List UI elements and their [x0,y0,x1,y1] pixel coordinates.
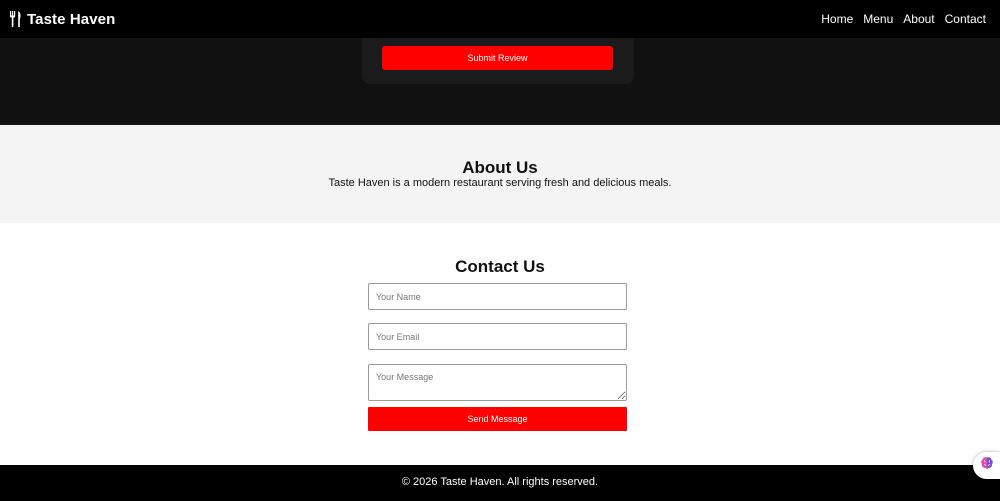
nav-link-contact[interactable]: Contact [945,12,986,26]
nav-link-about[interactable]: About [903,12,934,26]
nav-link-menu[interactable]: Menu [863,12,893,26]
contact-section: Contact Us Send Message [0,223,1000,465]
message-field[interactable] [368,364,627,401]
footer-text: © 2026 Taste Haven. All rights reserved. [401,476,599,488]
navbar: Taste Haven Home Menu About Contact [0,0,1000,38]
send-message-button[interactable]: Send Message [368,407,627,431]
brand[interactable]: Taste Haven [9,11,115,28]
about-section: About Us Taste Haven is a modern restaur… [0,125,1000,223]
about-text: Taste Haven is a modern restaurant servi… [328,177,672,189]
name-field[interactable] [368,283,627,310]
contact-title: Contact Us [455,257,545,276]
about-title: About Us [462,158,538,177]
email-field[interactable] [368,323,627,350]
nav-link-home[interactable]: Home [821,12,853,26]
assistant-widget[interactable] [973,452,1000,479]
utensils-icon [9,11,23,27]
review-card: Submit Review [362,38,634,84]
nav-links: Home Menu About Contact [821,12,986,26]
submit-review-button[interactable]: Submit Review [382,46,613,70]
brand-name: Taste Haven [27,10,116,28]
brain-icon [980,456,994,475]
review-section: Submit Review [0,38,1000,125]
footer: © 2026 Taste Haven. All rights reserved. [0,465,1000,501]
